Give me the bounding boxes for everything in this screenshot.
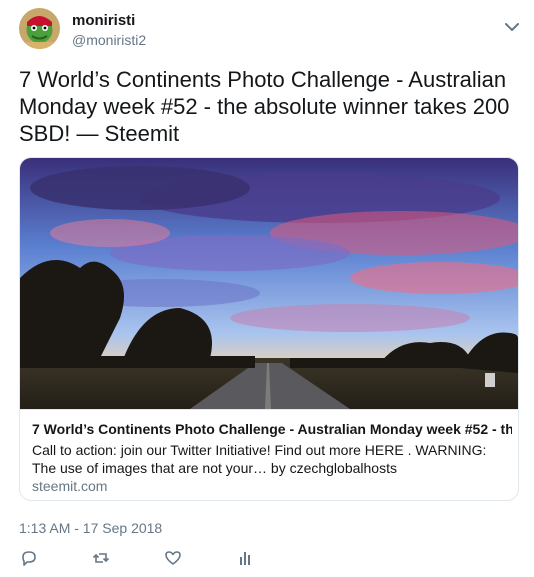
card-description: Call to action: join our Twitter Initiat… (32, 442, 487, 476)
card-title[interactable]: 7 World’s Continents Photo Challenge - A… (32, 421, 512, 437)
retweet-icon[interactable] (91, 548, 111, 568)
reply-icon[interactable] (19, 548, 39, 568)
action-bar (19, 548, 319, 570)
avatar[interactable] (19, 8, 60, 49)
analytics-icon[interactable] (235, 548, 255, 568)
author-handle[interactable]: @moniristi2 (72, 32, 146, 48)
chevron-down-icon[interactable] (503, 20, 521, 34)
card-domain: steemit.com (32, 478, 108, 494)
author-display-name[interactable]: moniristi (72, 12, 135, 29)
tweet-timestamp[interactable]: 1:13 AM - 17 Sep 2018 (19, 520, 162, 536)
heart-icon[interactable] (163, 548, 183, 568)
card-image (20, 158, 518, 409)
avatar-image (19, 8, 60, 49)
tweet-text: 7 World’s Continents Photo Challenge - A… (19, 67, 510, 146)
link-card[interactable]: 7 World’s Continents Photo Challenge - A… (19, 157, 519, 501)
card-body[interactable]: 7 World’s Continents Photo Challenge - A… (20, 409, 518, 500)
